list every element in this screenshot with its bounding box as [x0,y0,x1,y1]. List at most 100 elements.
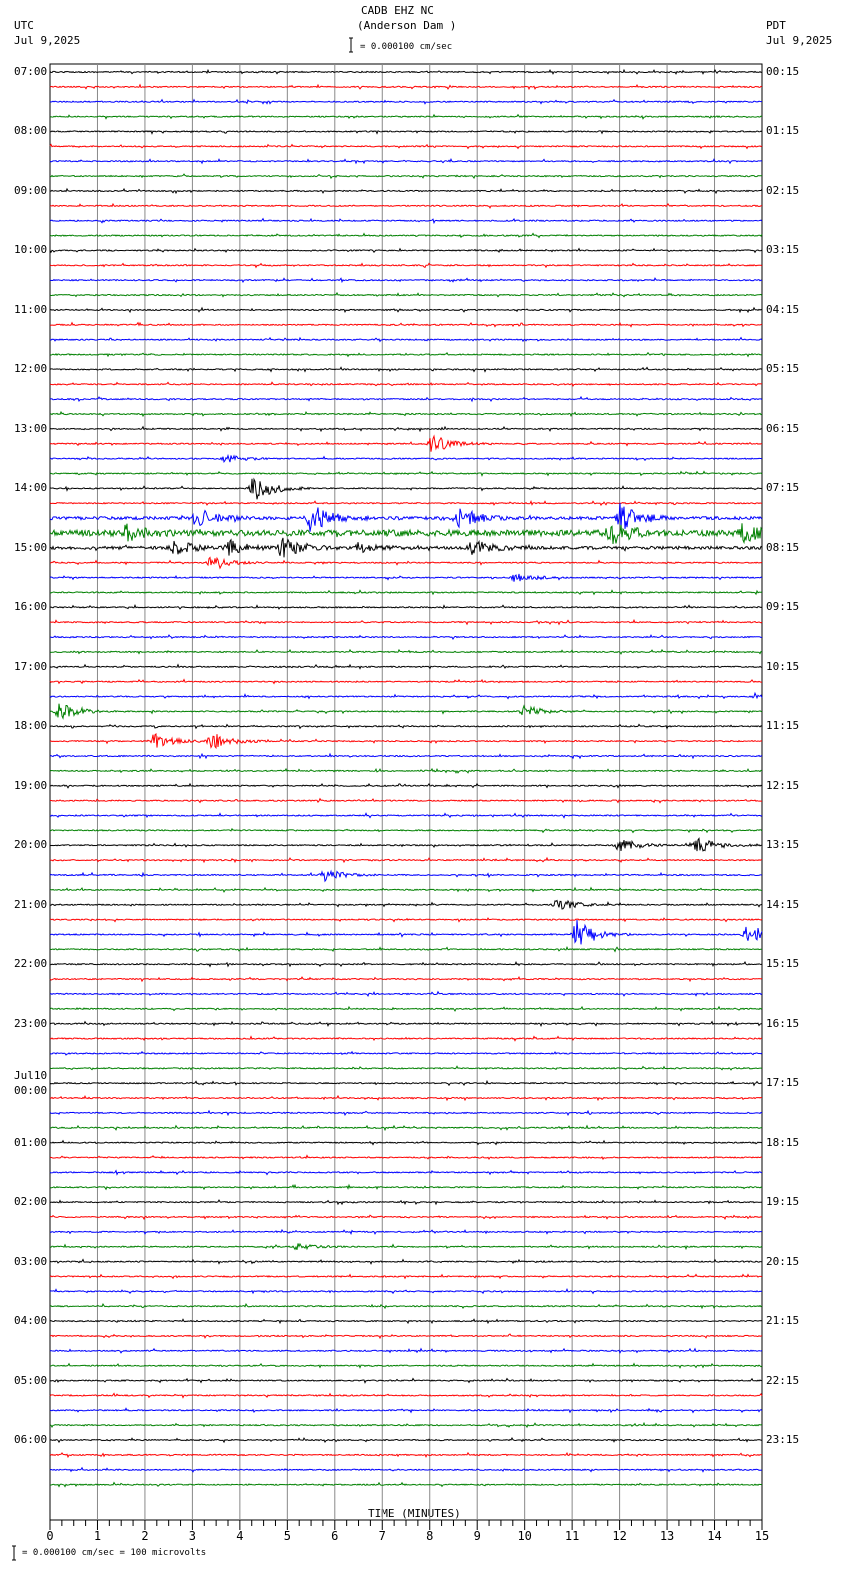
utc-hour-label: 06:00 [14,1433,47,1446]
pdt-hour-label: 12:15 [766,779,799,792]
pdt-hour-label: 11:15 [766,719,799,732]
pdt-hour-label: 00:15 [766,65,799,78]
seismic-trace [50,1022,762,1026]
utc-hour-label: 15:00 [14,541,47,554]
seismic-trace [50,693,762,698]
x-tick-label: 8 [426,1529,433,1543]
seismic-trace [50,920,762,944]
seismic-trace [50,858,762,862]
seismic-trace [50,947,762,951]
seismic-trace [50,1171,762,1175]
seismic-trace [50,665,762,669]
seismic-trace [50,635,762,639]
pdt-hour-label: 15:15 [766,957,799,970]
seismic-trace [50,1260,762,1264]
pdt-hour-label: 19:15 [766,1195,799,1208]
pdt-hour-label: 04:15 [766,303,799,316]
seismic-trace [50,1200,762,1204]
seismic-trace [50,888,762,892]
x-tick-label: 4 [236,1529,243,1543]
seismic-trace [50,353,762,357]
pdt-hour-label: 02:15 [766,184,799,197]
seismic-trace [50,839,762,852]
seismic-trace [50,1393,762,1397]
x-tick-label: 0 [46,1529,53,1543]
seismic-trace [50,605,762,609]
seismic-trace [50,1052,762,1055]
x-tick-label: 9 [474,1529,481,1543]
seismic-trace [50,472,762,476]
x-tick-label: 15 [755,1529,769,1543]
seismic-trace [50,1096,762,1100]
seismic-trace [50,456,762,463]
seismic-trace [50,100,762,104]
seismic-trace [50,204,762,208]
seismic-trace [50,70,762,74]
utc-hour-label: 21:00 [14,898,47,911]
seismic-trace [50,1468,762,1472]
pdt-hour-label: 05:15 [766,362,799,375]
plot-frame [50,64,762,1520]
seismic-trace [50,1081,762,1085]
x-tick-label: 14 [707,1529,721,1543]
utc-hour-label: 04:00 [14,1314,47,1327]
utc-hour-label: 05:00 [14,1374,47,1387]
seismic-trace [50,1349,762,1353]
utc-hour-label: 08:00 [14,124,47,137]
utc-hour-label: 03:00 [14,1255,47,1268]
seismic-trace [50,992,762,996]
seismic-trace [50,382,762,386]
seismic-trace [50,234,762,238]
pdt-hour-label: 17:15 [766,1076,799,1089]
utc-hour-label: 13:00 [14,422,47,435]
seismic-trace [50,159,762,163]
pdt-hour-label: 14:15 [766,898,799,911]
x-tick-label: 10 [517,1529,531,1543]
utc-hour-label: 12:00 [14,362,47,375]
utc-hour-label: 09:00 [14,184,47,197]
seismic-trace [50,620,762,624]
x-tick-label: 3 [189,1529,196,1543]
seismic-trace [50,85,762,89]
seismic-trace [50,1126,762,1130]
seismic-trace [50,558,762,569]
seismic-trace [50,397,762,401]
seismic-trace [50,174,762,178]
x-tick-label: 2 [141,1529,148,1543]
seismic-trace [50,523,762,544]
utc-hour-label: 10:00 [14,243,47,256]
seismic-trace [50,650,762,654]
seismic-trace [50,590,762,594]
seismic-trace [50,1334,762,1338]
seismic-trace [50,871,762,881]
seismic-trace [50,1230,762,1234]
utc-hour-label: Jul10 00:00 [14,1068,47,1098]
utc-hour-label: 22:00 [14,957,47,970]
pdt-hour-label: 13:15 [766,838,799,851]
seismic-trace [50,503,762,532]
utc-hour-label: 16:00 [14,600,47,613]
seismic-trace [50,412,762,416]
utc-hour-label: 19:00 [14,779,47,792]
seismic-trace [50,734,762,748]
seismic-trace [50,1185,762,1189]
seismic-trace [50,1243,762,1249]
seismic-trace [50,189,762,193]
seismic-trace [50,1304,762,1308]
scale-bar-icon [349,38,353,52]
footer-scale-bar-icon [12,1546,16,1560]
seismic-trace [50,1379,762,1383]
seismic-trace [50,1364,762,1368]
seismic-trace [50,367,762,371]
seismic-trace [50,1289,762,1293]
pdt-hour-label: 07:15 [766,481,799,494]
utc-hour-label: 23:00 [14,1017,47,1030]
seismic-trace [50,1275,762,1279]
seismic-trace [50,1453,762,1457]
seismic-trace [50,1423,762,1427]
seismic-trace [50,323,762,327]
pdt-hour-label: 01:15 [766,124,799,137]
seismic-trace [50,724,762,728]
x-tick-label: 12 [612,1529,626,1543]
seismic-trace [50,918,762,922]
